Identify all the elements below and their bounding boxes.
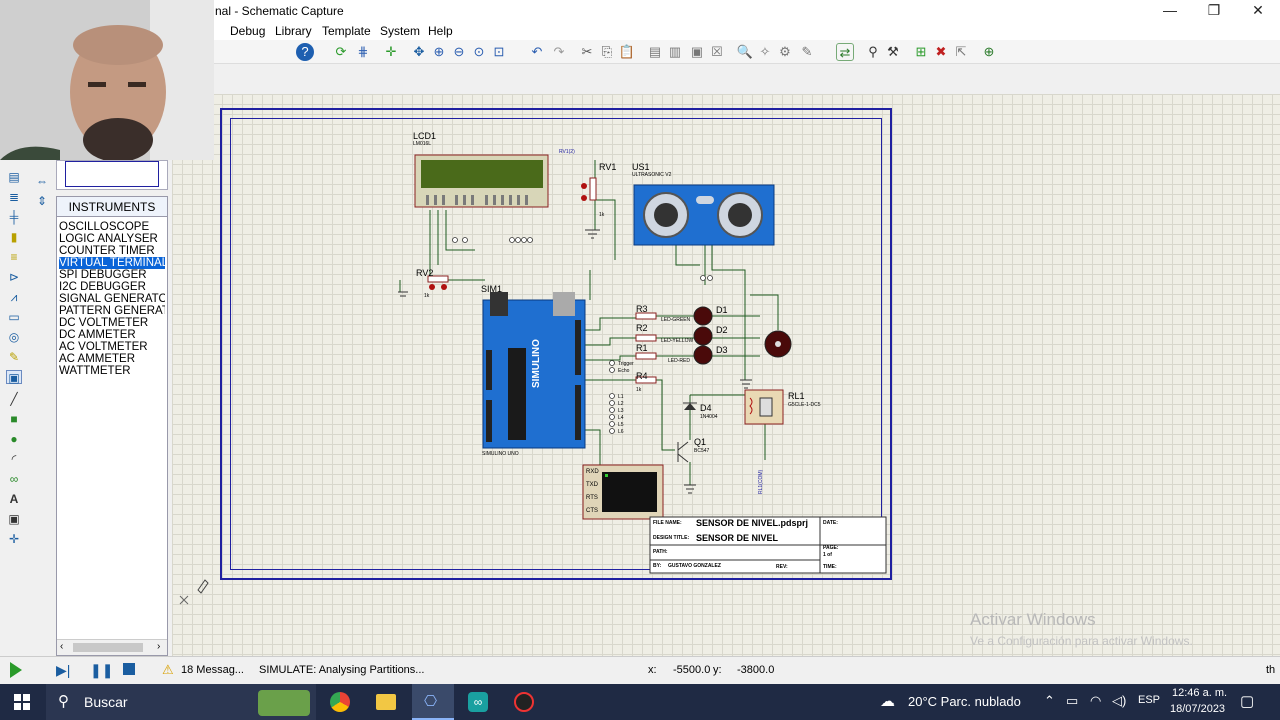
arduino-chip bbox=[508, 348, 526, 440]
rl1-ref: RL1 bbox=[788, 391, 805, 401]
step-icon[interactable]: ▶| bbox=[56, 662, 70, 678]
d4-part: 1N4004 bbox=[700, 414, 718, 420]
weather-text[interactable]: 20°C Parc. nublado bbox=[908, 694, 1021, 709]
proteus-icon: ⎔ bbox=[424, 693, 438, 710]
us1-part: ULTRASONIC V2 bbox=[632, 172, 672, 178]
volume-icon[interactable]: ◁) bbox=[1112, 693, 1126, 709]
windows-start-icon[interactable] bbox=[14, 694, 30, 710]
proteus-taskbar-button[interactable]: ⎔ bbox=[412, 684, 454, 720]
arduino-brand: SIMULINO bbox=[531, 339, 542, 388]
recorder-icon[interactable] bbox=[514, 692, 534, 712]
network-icon[interactable]: ▭ bbox=[1066, 693, 1078, 709]
tb-file-value: SENSOR DE NIVEL.pdsprj bbox=[696, 518, 809, 528]
stop-icon[interactable] bbox=[123, 663, 135, 675]
tb-time-label: TIME: bbox=[823, 564, 837, 570]
y-coordinate: -3800.0 bbox=[737, 664, 775, 676]
tb-date-label: DATE: bbox=[823, 520, 838, 526]
simulate-status: SIMULATE: Analysing Partitions... bbox=[259, 664, 425, 676]
r3-ref: R3 bbox=[636, 304, 648, 314]
file-explorer-icon[interactable] bbox=[376, 694, 396, 710]
r4-ref: R4 bbox=[636, 371, 648, 381]
person-video-image bbox=[0, 0, 214, 160]
terminal-pin-cts: CTS bbox=[586, 508, 598, 514]
warning-icon: ⚠ bbox=[162, 662, 174, 677]
lcd-ref: LCD1 bbox=[413, 131, 437, 141]
rl1-part: G5CLE-1-DC5 bbox=[788, 402, 821, 408]
lcd-screen bbox=[421, 160, 543, 188]
arduino-ide-icon[interactable]: ∞ bbox=[468, 692, 488, 712]
taskbar-search-box[interactable]: ⚲ Buscar bbox=[46, 684, 316, 720]
clock-time[interactable]: 12:46 a. m. bbox=[1172, 687, 1227, 699]
clock-date[interactable]: 18/07/2023 bbox=[1170, 703, 1225, 715]
lcd-part: LM016L bbox=[413, 141, 432, 147]
chrome-icon[interactable] bbox=[330, 692, 350, 712]
terminal-pin-rxd: RXD bbox=[586, 469, 599, 475]
tb-rev-label: REV: bbox=[776, 564, 788, 570]
rl1-net: RL1(COM) bbox=[758, 469, 764, 494]
tb-by-label: BY: bbox=[653, 563, 662, 569]
line-label: L1 bbox=[618, 394, 624, 400]
tb-by-value: GUSTAVO GONZALEZ bbox=[668, 563, 721, 569]
d3-ref: D3 bbox=[716, 345, 728, 355]
rv1-ref: RV1 bbox=[599, 162, 617, 172]
sim1-part: SIMULINO UNO bbox=[482, 451, 519, 457]
r3-net: LED-GREEN bbox=[661, 317, 691, 323]
d4-ref: D4 bbox=[700, 403, 712, 413]
terminal-pin-rts: RTS bbox=[586, 495, 598, 501]
arduino-usb bbox=[490, 292, 508, 316]
r2-net: LED-YELLOW bbox=[661, 338, 694, 344]
terminal-pin-txd: TXD bbox=[586, 482, 598, 488]
search-placeholder: Buscar bbox=[84, 694, 128, 710]
rv1-net: RV1(2) bbox=[559, 149, 575, 155]
line-label: L3 bbox=[618, 408, 624, 414]
language-indicator[interactable]: ESP bbox=[1138, 694, 1160, 706]
search-icon: ⚲ bbox=[58, 693, 69, 710]
tb-page-value: 1 of bbox=[823, 552, 832, 558]
tb-design-value: SENSOR DE NIVEL bbox=[696, 533, 779, 543]
d1-ref: D1 bbox=[716, 305, 728, 315]
activation-watermark-sub: Ve a Configuración para activar Windows. bbox=[970, 634, 1193, 648]
search-highlight-image bbox=[258, 690, 310, 716]
wifi-icon[interactable]: ◠ bbox=[1090, 693, 1101, 709]
rv1-value: 1k bbox=[599, 212, 605, 218]
x-label: x: bbox=[648, 664, 657, 676]
tb-design-label: DESIGN TITLE: bbox=[653, 535, 690, 541]
status-bar: ▶| ❚❚ ⚠ 18 Messag... SIMULATE: Analysing… bbox=[0, 656, 1280, 684]
windows-taskbar: ⚲ Buscar ⎔ ∞ ☁ 20°C Parc. nublado ⌃ ▭ ◠ … bbox=[0, 684, 1280, 720]
echo-pin-label: Echo bbox=[618, 368, 630, 374]
notifications-icon[interactable]: ▢ bbox=[1240, 692, 1254, 710]
us1-ref: US1 bbox=[632, 162, 650, 172]
messages-count[interactable]: 18 Messag... bbox=[181, 664, 244, 676]
x-coordinate: -5500.0 bbox=[673, 664, 711, 676]
arduino-power-jack bbox=[553, 292, 575, 316]
q1-ref: Q1 bbox=[694, 437, 707, 447]
activation-watermark: Activar Windows bbox=[970, 610, 1096, 629]
tb-page-label: PAGE: bbox=[823, 545, 839, 551]
line-label: L4 bbox=[618, 415, 624, 421]
y-label: y: bbox=[713, 664, 722, 676]
q1-part: BC547 bbox=[694, 448, 710, 454]
line-label: L2 bbox=[618, 401, 624, 407]
weather-icon: ☁ bbox=[880, 693, 895, 710]
sim1-ref: SIM1 bbox=[481, 284, 503, 294]
trigger-pin-label: Trigger bbox=[618, 361, 634, 367]
line-label: L6 bbox=[618, 429, 624, 435]
d2-ref: D2 bbox=[716, 325, 728, 335]
unit-indicator: th bbox=[1266, 664, 1276, 676]
r2-ref: R2 bbox=[636, 323, 648, 333]
line-label: L5 bbox=[618, 422, 624, 428]
play-icon[interactable] bbox=[10, 662, 22, 678]
r1-net: LED-RED bbox=[668, 358, 690, 364]
tb-file-label: FILE NAME: bbox=[653, 520, 682, 526]
tray-chevron-icon[interactable]: ⌃ bbox=[1044, 693, 1055, 709]
r1-ref: R1 bbox=[636, 343, 648, 353]
pause-icon[interactable]: ❚❚ bbox=[90, 662, 113, 678]
r4-value: 1k bbox=[636, 387, 642, 393]
webcam-overlay bbox=[0, 0, 214, 160]
rv2-ref: RV2 bbox=[416, 268, 434, 278]
tb-path-label: PATH: bbox=[653, 549, 668, 555]
rv2-value: 1k bbox=[424, 293, 430, 299]
